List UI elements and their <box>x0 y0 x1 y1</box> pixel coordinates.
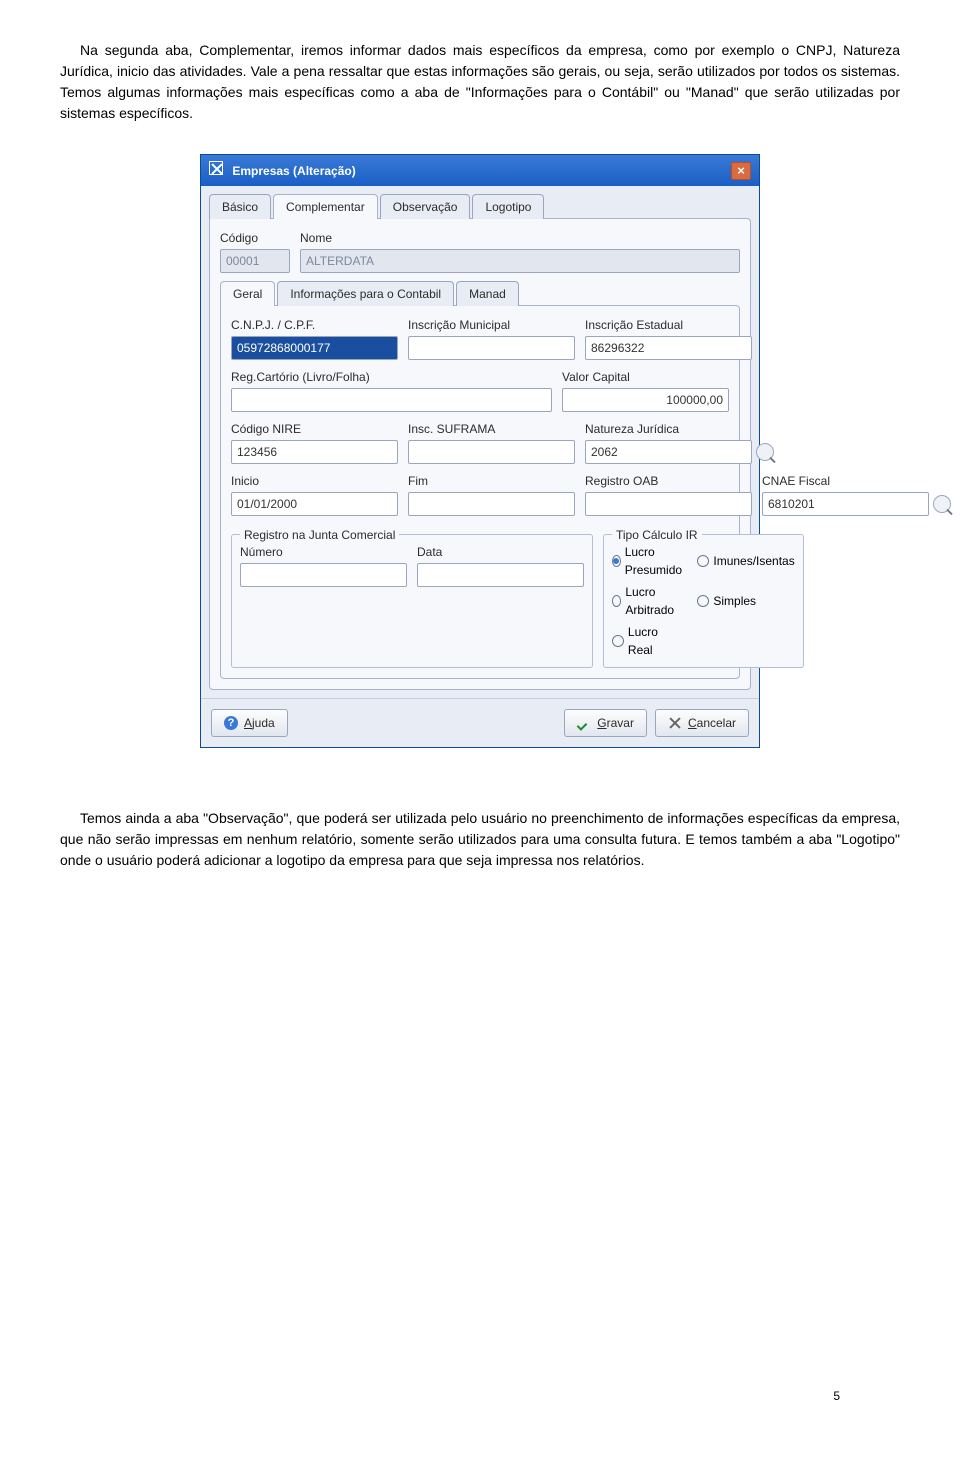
codigo-label: Código <box>220 229 290 247</box>
cnae-input[interactable] <box>762 492 929 516</box>
app-icon <box>209 161 223 175</box>
tab-complementar[interactable]: Complementar <box>273 194 378 219</box>
insc-mun-label: Inscrição Municipal <box>408 316 575 334</box>
cancel-icon <box>668 716 682 730</box>
radio-icon <box>612 555 621 567</box>
nome-label: Nome <box>300 229 740 247</box>
radio-label: Imunes/Isentas <box>713 552 794 570</box>
dialog-footer: ? AAjudajuda GGravarravar CCancelarancel… <box>201 698 759 747</box>
dialog-title: Empresas (Alteração) <box>232 164 355 178</box>
natureza-lookup-icon[interactable] <box>756 443 774 461</box>
radio-icon <box>697 555 709 567</box>
empresas-dialog: Empresas (Alteração) × Básico Complement… <box>200 154 760 748</box>
tab-info-contabil[interactable]: Informações para o Contabil <box>277 281 454 306</box>
ajuda-button[interactable]: ? AAjudajuda <box>211 709 288 737</box>
junta-legend: Registro na Junta Comercial <box>240 526 399 544</box>
help-icon: ? <box>224 716 238 730</box>
cnpj-label: C.N.P.J. / C.P.F. <box>231 316 398 334</box>
fim-input[interactable] <box>408 492 575 516</box>
tab-observacao[interactable]: Observação <box>380 194 471 219</box>
codigo-input <box>220 249 290 273</box>
radio-lucro-arbitrado[interactable]: Lucro Arbitrado <box>612 583 685 619</box>
tipo-ir-groupbox: Tipo Cálculo IR Lucro Presumido Imunes/I… <box>603 534 804 668</box>
radio-icon <box>697 595 709 607</box>
main-tabbar: Básico Complementar Observação Logotipo <box>209 194 751 219</box>
insc-est-input[interactable] <box>585 336 752 360</box>
radio-lucro-presumido[interactable]: Lucro Presumido <box>612 543 685 579</box>
radio-label: Lucro Arbitrado <box>625 583 685 619</box>
tab-logotipo[interactable]: Logotipo <box>472 194 544 219</box>
page-number: 5 <box>833 1387 840 1405</box>
fim-label: Fim <box>408 472 575 490</box>
valor-capital-input[interactable] <box>562 388 729 412</box>
junta-data-label: Data <box>417 543 584 561</box>
radio-lucro-real[interactable]: Lucro Real <box>612 623 685 659</box>
reg-cartorio-input[interactable] <box>231 388 552 412</box>
junta-numero-label: Número <box>240 543 407 561</box>
titlebar: Empresas (Alteração) × <box>201 155 759 186</box>
main-panel: Código Nome Geral Informações para o Con… <box>209 218 751 690</box>
tab-geral[interactable]: Geral <box>220 281 275 306</box>
junta-numero-input[interactable] <box>240 563 407 587</box>
cnpj-input[interactable] <box>231 336 398 360</box>
inicio-label: Inicio <box>231 472 398 490</box>
radio-label: Lucro Presumido <box>625 543 686 579</box>
radio-imunes-isentas[interactable]: Imunes/Isentas <box>697 543 794 579</box>
inicio-input[interactable] <box>231 492 398 516</box>
natureza-label: Natureza Jurídica <box>585 420 774 438</box>
nome-input <box>300 249 740 273</box>
insc-est-label: Inscrição Estadual <box>585 316 752 334</box>
gravar-button[interactable]: GGravarravar <box>564 709 647 737</box>
cod-nire-label: Código NIRE <box>231 420 398 438</box>
sub-panel: C.N.P.J. / C.P.F. Inscrição Municipal In… <box>220 305 740 679</box>
radio-label: Simples <box>713 592 756 610</box>
intro-paragraph-1: Na segunda aba, Complementar, iremos inf… <box>60 40 900 124</box>
natureza-input[interactable] <box>585 440 752 464</box>
radio-simples[interactable]: Simples <box>697 583 794 619</box>
check-icon <box>577 716 591 730</box>
tipo-ir-legend: Tipo Cálculo IR <box>612 526 702 544</box>
cnae-label: CNAE Fiscal <box>762 472 951 490</box>
reg-cartorio-label: Reg.Cartório (Livro/Folha) <box>231 368 552 386</box>
insc-mun-input[interactable] <box>408 336 575 360</box>
close-icon[interactable]: × <box>731 162 751 180</box>
dialog-screenshot: Empresas (Alteração) × Básico Complement… <box>60 154 900 748</box>
radio-icon <box>612 635 624 647</box>
intro-paragraph-2: Temos ainda a aba "Observação", que pode… <box>60 808 900 871</box>
junta-data-input[interactable] <box>417 563 584 587</box>
tab-basico[interactable]: Básico <box>209 194 271 219</box>
reg-oab-label: Registro OAB <box>585 472 752 490</box>
suframa-input[interactable] <box>408 440 575 464</box>
radio-label: Lucro Real <box>628 623 685 659</box>
junta-groupbox: Registro na Junta Comercial Número Data <box>231 534 593 668</box>
cod-nire-input[interactable] <box>231 440 398 464</box>
reg-oab-input[interactable] <box>585 492 752 516</box>
sub-tabbar: Geral Informações para o Contabil Manad <box>220 281 740 306</box>
cancelar-button[interactable]: CCancelarancelar <box>655 709 749 737</box>
suframa-label: Insc. SUFRAMA <box>408 420 575 438</box>
tab-manad[interactable]: Manad <box>456 281 519 306</box>
valor-capital-label: Valor Capital <box>562 368 729 386</box>
cnae-lookup-icon[interactable] <box>933 495 951 513</box>
radio-icon <box>612 595 621 607</box>
